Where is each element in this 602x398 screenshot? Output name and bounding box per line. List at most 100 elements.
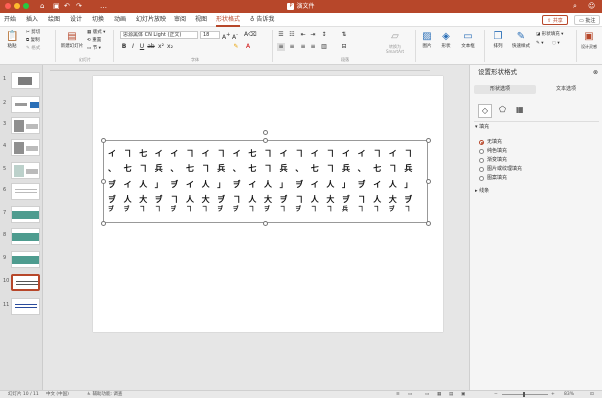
search-icon[interactable]: ⌕ [573,2,577,11]
justify-button[interactable]: ≡ [309,43,317,51]
accessibility-status[interactable]: ♿ 辅助功能: 调查 [87,391,122,398]
bold-button[interactable]: B [120,43,128,51]
tab-animations[interactable]: 动画 [114,16,126,24]
increase-indent-button[interactable]: ⇥ [309,31,317,39]
subscript-button[interactable]: x₂ [166,43,174,51]
slide-thumbnail-10[interactable] [11,274,40,291]
tab-insert[interactable]: 插入 [26,16,38,24]
comments-button[interactable]: ▭ 批注 [574,15,601,25]
zoom-out-button[interactable]: − [494,391,498,398]
grow-font-button[interactable]: A+ [222,31,230,42]
size-properties-icon-tab[interactable]: ▦ [516,106,524,114]
reading-view-button[interactable]: ▤ [449,391,453,398]
picture-button[interactable]: ▨ 图片 [419,31,435,50]
resize-handle-top-left[interactable] [100,137,106,143]
resize-handle-bottom-left[interactable] [100,220,106,226]
new-slide-button[interactable]: ▤ 新建幻灯片 [60,31,84,50]
fill-radio-2[interactable] [479,158,484,163]
tab-text-options[interactable]: 文本选项 [556,86,576,93]
tab-shape-format[interactable]: 形状格式 [216,16,241,27]
text-direction-button[interactable]: ⇅ [340,31,348,39]
align-center-button[interactable]: ≡ [288,43,296,51]
tab-review[interactable]: 审阅 [174,16,186,24]
align-left-button[interactable]: ≡ [277,43,285,51]
line-section-toggle[interactable]: ▸ 线条 [475,188,489,195]
language-status[interactable]: 中文 (中国) [46,391,69,398]
paste-button[interactable]: 📋 粘贴 [3,31,21,50]
tab-draw[interactable]: 绘图 [48,16,60,24]
arrange-button[interactable]: ❐ 排列 [489,31,507,50]
slide-sorter-button[interactable]: ▦ [437,391,441,398]
slide-thumbnail-5[interactable] [11,162,40,179]
fill-radio-0[interactable] [479,140,484,145]
font-color-button[interactable]: A [244,43,252,51]
resize-handle-top[interactable] [263,137,268,143]
slide-thumbnail-7[interactable] [11,206,40,223]
tab-view[interactable]: 视图 [195,16,207,24]
tab-transitions[interactable]: 切换 [92,16,104,24]
close-pane-icon[interactable]: ⊗ [593,69,598,76]
shape-effects-button[interactable]: ◌ ▾ [552,41,560,47]
cut-button[interactable]: ✂ 剪切 [26,30,40,36]
comments-status-button[interactable]: ▭ [408,391,412,398]
bullets-button[interactable]: ☰ [277,31,285,39]
section-button[interactable]: ▭ 节 ▾ [87,46,101,52]
format-painter-button[interactable]: ✎ 格式 [26,46,40,52]
effects-icon-tab[interactable]: ⬠ [499,106,506,114]
superscript-button[interactable]: x² [157,43,165,51]
clear-format-button[interactable]: A⌫ [244,31,257,39]
design-ideas-button[interactable]: ▣ 设计灵感 [579,31,599,49]
fill-radio-4[interactable] [479,176,484,181]
tab-slideshow[interactable]: 幻灯片放映 [136,16,166,24]
normal-view-button[interactable]: ▭ [425,391,429,398]
zoom-slider-thumb[interactable] [523,392,525,397]
font-size-select[interactable]: 18 [200,31,220,39]
slide-thumbnail-1[interactable] [11,72,40,89]
account-icon[interactable]: ☺ [588,2,595,11]
tab-home[interactable]: 开始 [4,16,16,24]
fill-radio-1[interactable] [479,149,484,154]
slide-thumbnail-3[interactable] [11,117,40,134]
text-highlight-button[interactable]: ✎ [232,43,240,51]
resize-handle-top-right[interactable] [425,137,431,143]
decrease-indent-button[interactable]: ⇤ [299,31,307,39]
zoom-slider[interactable] [502,394,548,395]
strikethrough-button[interactable]: ab [147,43,155,51]
shrink-font-button[interactable]: A- [231,31,239,42]
slide-thumbnail-2[interactable] [11,96,40,113]
underline-button[interactable]: U [138,43,146,51]
slide-thumbnail-9[interactable] [11,251,40,268]
columns-button[interactable]: ▥ [320,43,328,51]
zoom-in-button[interactable]: + [551,391,555,398]
tab-tell-me[interactable]: ♁ 告诉我 [250,16,274,24]
resize-handle-bottom-right[interactable] [425,220,431,226]
convert-smartart-button[interactable]: ▱ 转换为 SmartArt [380,31,410,54]
fill-section-toggle[interactable]: ▾ 填充 [475,124,489,131]
copy-button[interactable]: ⧉ 复制 [26,38,40,44]
resize-handle-left[interactable] [100,179,106,184]
align-text-button[interactable]: ⊟ [340,43,348,51]
share-button[interactable]: ⇪ 共享 [542,15,568,25]
zoom-level[interactable]: 83% [564,391,574,398]
font-name-select[interactable]: 思源黑体 CN Light (正文) [120,31,198,39]
slide-thumbnail-11[interactable] [11,298,40,315]
shape-outline-button[interactable]: ✎ ▾ [536,41,543,47]
align-right-button[interactable]: ≡ [299,43,307,51]
line-spacing-button[interactable]: ↕ [320,31,328,39]
slide-thumbnail-4[interactable] [11,139,40,156]
notes-button[interactable]: ≡ [396,391,400,398]
slide-thumbnail-6[interactable] [11,183,40,200]
textbox-button[interactable]: ▭ 文本框 [458,31,478,50]
fill-radio-3[interactable] [479,167,484,172]
resize-handle-bottom[interactable] [263,220,268,226]
numbering-button[interactable]: ☷ [288,31,296,39]
italic-button[interactable]: I [129,43,137,51]
slide-thumbnail-8[interactable] [11,228,40,245]
layout-button[interactable]: ▦ 版式 ▾ [87,30,105,36]
fill-line-icon-tab[interactable]: ◇ [478,104,492,118]
slideshow-button[interactable]: ▣ [461,391,465,398]
rotate-handle[interactable] [263,130,268,135]
fit-slide-button[interactable]: ⊡ [590,391,594,398]
tab-design[interactable]: 设计 [70,16,82,24]
resize-handle-right[interactable] [425,179,431,184]
